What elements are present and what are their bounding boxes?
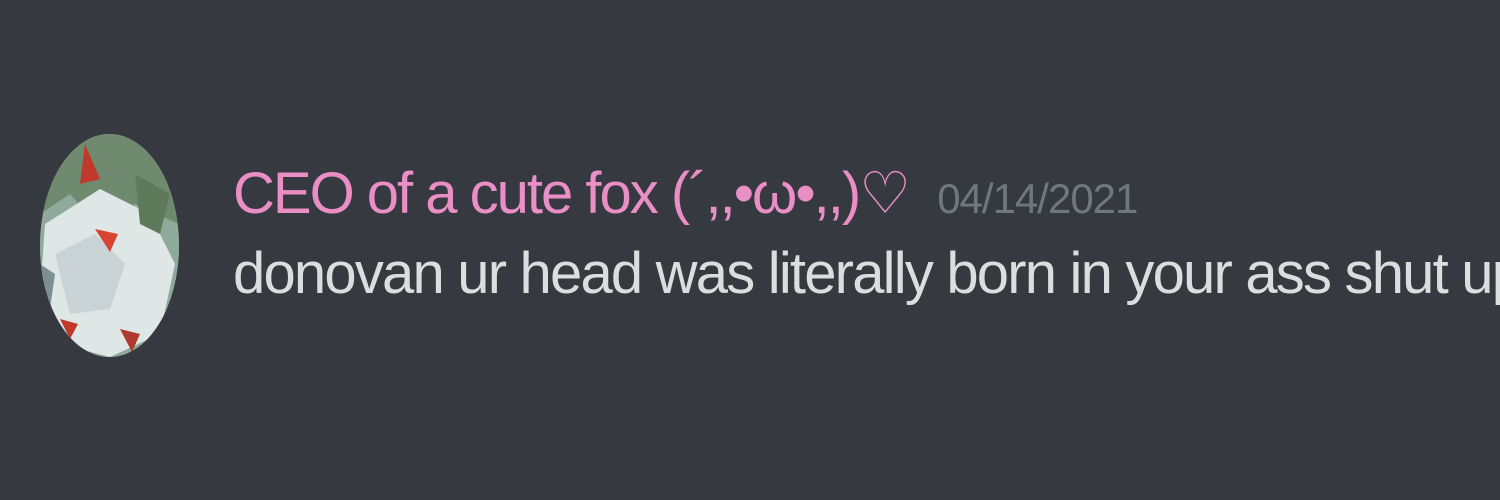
- message-content: CEO of a cute fox (´,,•ω•,,)♡ 04/14/2021…: [233, 150, 1500, 310]
- fox-avatar-image: [40, 134, 179, 357]
- username[interactable]: CEO of a cute fox (´,,•ω•,,)♡: [233, 150, 911, 238]
- message-timestamp: 04/14/2021: [937, 175, 1138, 222]
- user-avatar[interactable]: [40, 134, 179, 357]
- chat-message: CEO of a cute fox (´,,•ω•,,)♡ 04/14/2021…: [0, 0, 1500, 500]
- message-text: donovan ur head was literally born in yo…: [233, 241, 1500, 306]
- message-header: CEO of a cute fox (´,,•ω•,,)♡ 04/14/2021: [233, 150, 1480, 238]
